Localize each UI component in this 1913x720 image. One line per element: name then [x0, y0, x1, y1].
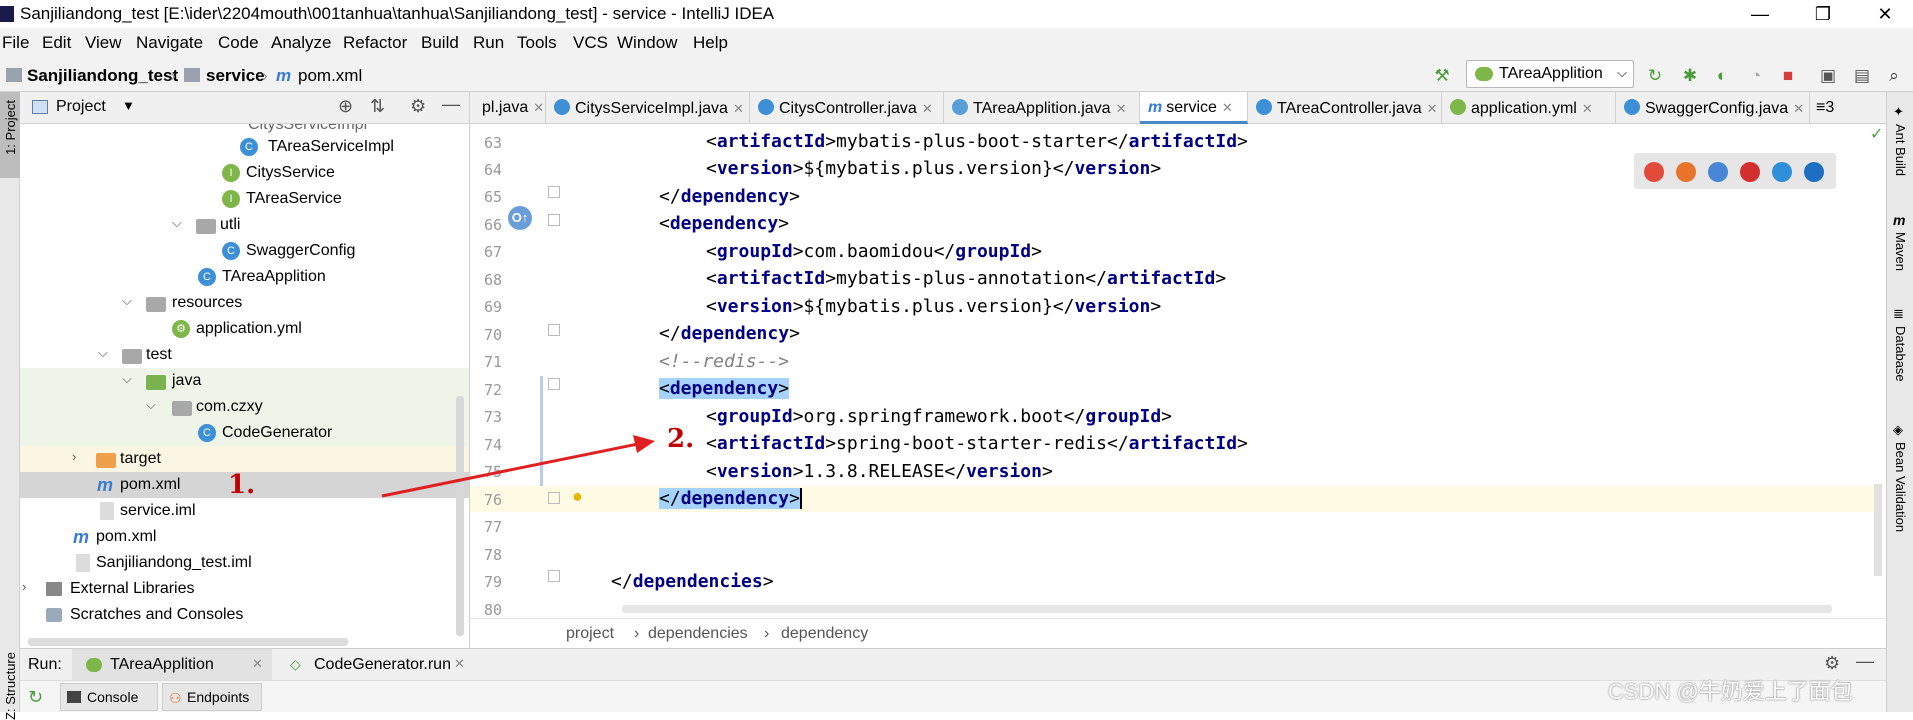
annotation-arrow-layer: [381, 435, 655, 498]
watermark: CSDN @牛奶爱上了面包: [1608, 679, 1853, 704]
annotation-arrow-line: [381, 442, 639, 498]
annotation-arrow-head: [633, 435, 655, 453]
